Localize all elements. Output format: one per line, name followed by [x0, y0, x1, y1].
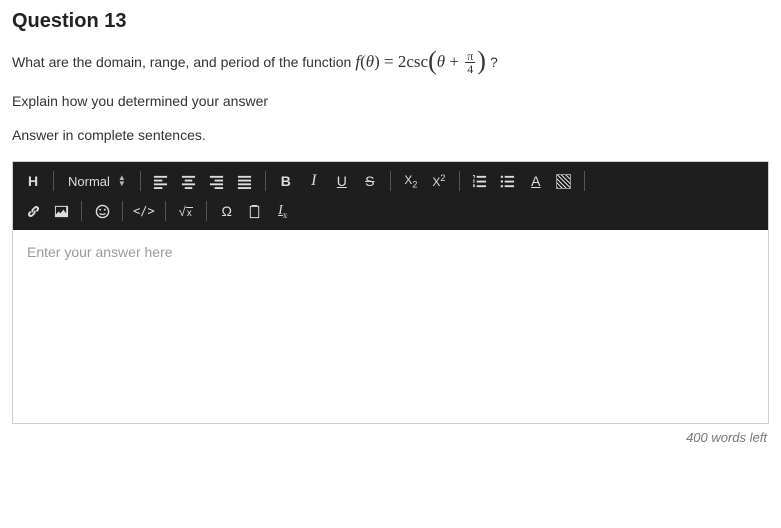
separator — [53, 171, 54, 191]
unordered-list-icon — [500, 174, 515, 189]
italic-button[interactable]: I — [300, 167, 328, 195]
word-count-label: 400 words left — [12, 430, 769, 445]
separator — [81, 201, 82, 221]
unordered-list-button[interactable] — [494, 167, 522, 195]
format-label: Normal — [68, 174, 110, 189]
highlight-button[interactable] — [550, 167, 578, 195]
emoji-icon — [95, 204, 110, 219]
link-icon — [26, 204, 41, 219]
ordered-list-button[interactable] — [466, 167, 494, 195]
editor-toolbar: H Normal ▲▼ B I U S — [13, 162, 768, 230]
paste-button[interactable] — [241, 197, 269, 225]
separator — [265, 171, 266, 191]
separator — [165, 201, 166, 221]
link-button[interactable] — [19, 197, 47, 225]
emoji-button[interactable] — [88, 197, 116, 225]
answer-textarea[interactable] — [13, 230, 768, 420]
question-title: Question 13 — [12, 10, 769, 33]
toolbar-row-2: </> √x Ω Ix — [19, 196, 762, 226]
prompt-line-3: Answer in complete sentences. — [12, 127, 769, 143]
image-icon — [54, 204, 69, 219]
clear-format-icon: Ix — [278, 203, 287, 220]
prompt-prefix: What are the domain, range, and period o… — [12, 54, 351, 70]
left-paren-icon: ( — [428, 48, 437, 74]
bold-button[interactable]: B — [272, 167, 300, 195]
sqrt-icon: √x — [179, 204, 193, 219]
code-button[interactable]: </> — [129, 197, 159, 225]
fraction-numerator: π — [465, 50, 475, 63]
ordered-list-icon — [472, 174, 487, 189]
align-right-icon — [209, 174, 224, 189]
special-char-button[interactable]: Ω — [213, 197, 241, 225]
fraction-denominator: 4 — [465, 63, 475, 75]
heading-button[interactable]: H — [19, 167, 47, 195]
separator — [140, 171, 141, 191]
format-dropdown[interactable]: Normal ▲▼ — [60, 174, 134, 189]
math-button[interactable]: √x — [172, 197, 200, 225]
separator — [584, 171, 585, 191]
prompt-line-1: What are the domain, range, and period o… — [12, 49, 769, 75]
clipboard-icon — [247, 204, 262, 219]
align-justify-button[interactable] — [231, 167, 259, 195]
text-color-button[interactable]: A — [522, 167, 550, 195]
prompt-line-2: Explain how you determined your answer — [12, 93, 769, 109]
formula-lhs: f(θ) = 2csc — [355, 52, 428, 72]
formula: f(θ) = 2csc ( θ + π 4 ) — [355, 49, 486, 75]
clear-format-button[interactable]: Ix — [269, 197, 297, 225]
separator — [122, 201, 123, 221]
formula-fraction: π 4 — [465, 50, 475, 75]
prompt-suffix: ? — [490, 54, 498, 70]
superscript-button[interactable]: X2 — [425, 167, 453, 195]
separator — [206, 201, 207, 221]
toolbar-row-1: H Normal ▲▼ B I U S — [19, 166, 762, 196]
align-left-icon — [153, 174, 168, 189]
updown-icon: ▲▼ — [118, 175, 126, 187]
rich-text-editor: H Normal ▲▼ B I U S — [12, 161, 769, 424]
highlight-icon — [556, 174, 571, 189]
separator — [459, 171, 460, 191]
align-left-button[interactable] — [147, 167, 175, 195]
separator — [390, 171, 391, 191]
align-right-button[interactable] — [203, 167, 231, 195]
formula-var: θ — [437, 52, 445, 72]
image-button[interactable] — [47, 197, 75, 225]
align-center-icon — [181, 174, 196, 189]
formula-plus: + — [445, 52, 463, 72]
underline-button[interactable]: U — [328, 167, 356, 195]
right-paren-icon: ) — [477, 48, 486, 74]
subscript-button[interactable]: X2 — [397, 167, 425, 195]
align-justify-icon — [237, 174, 252, 189]
align-center-button[interactable] — [175, 167, 203, 195]
strikethrough-button[interactable]: S — [356, 167, 384, 195]
